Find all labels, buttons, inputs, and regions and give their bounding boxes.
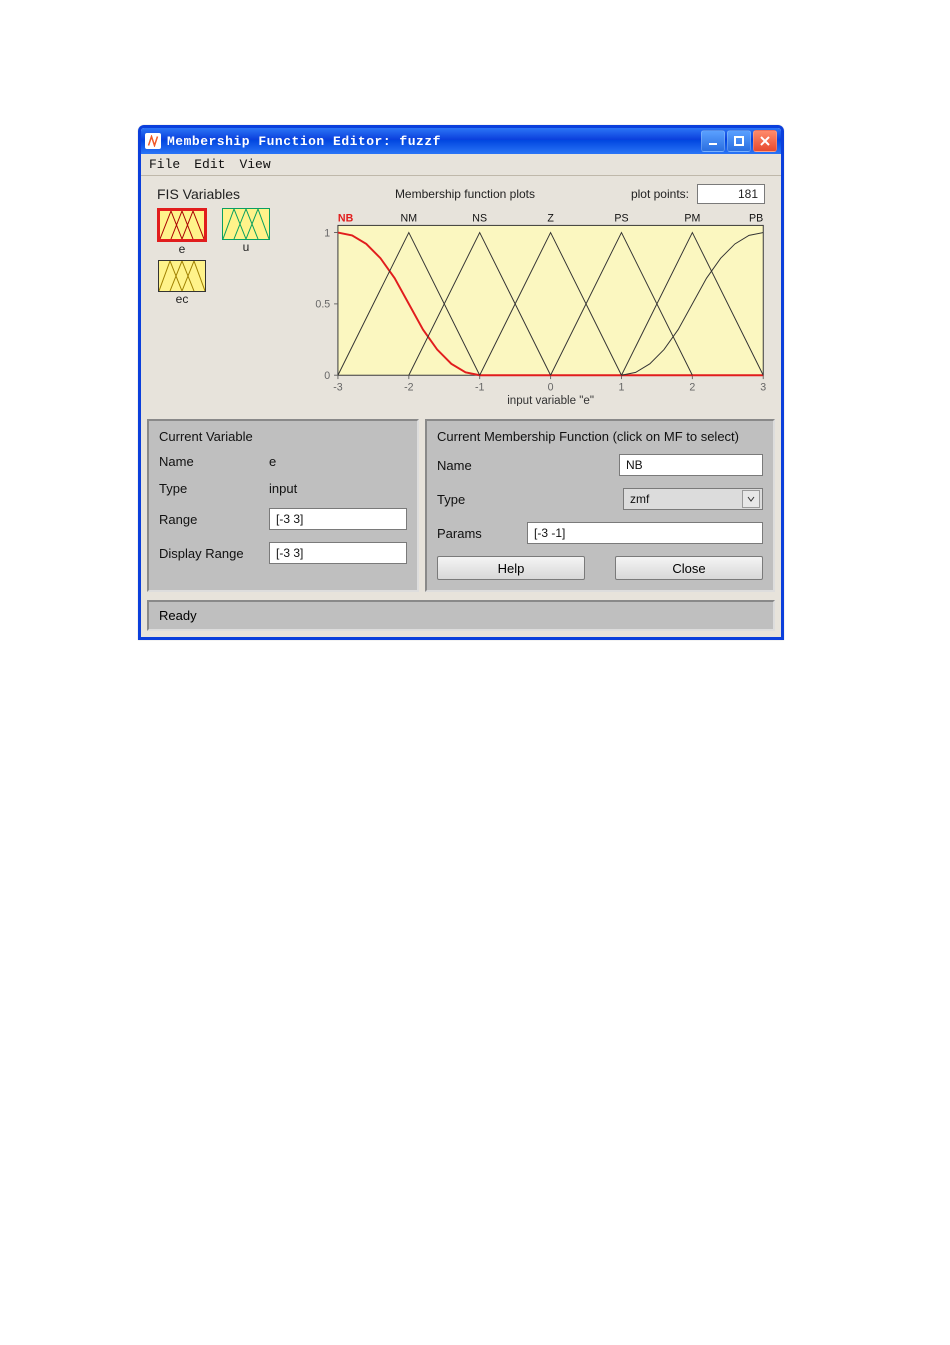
cv-name-label: Name bbox=[159, 454, 269, 469]
fis-variables-panel: FIS Variables e bbox=[147, 178, 303, 413]
status-text: Ready bbox=[159, 608, 197, 623]
svg-text:0.5: 0.5 bbox=[315, 299, 330, 311]
svg-text:NB: NB bbox=[338, 213, 354, 225]
plot-panel: Membership function plots plot points: 1… bbox=[307, 178, 775, 413]
status-bar: Ready bbox=[147, 600, 775, 631]
close-button-panel[interactable]: Close bbox=[615, 556, 763, 580]
svg-text:0: 0 bbox=[324, 370, 330, 382]
cv-range-input[interactable]: [-3 3] bbox=[269, 508, 407, 530]
mf-params-input[interactable]: [-3 -1] bbox=[527, 522, 763, 544]
svg-text:Z: Z bbox=[547, 213, 554, 225]
current-mf-title: Current Membership Function (click on MF… bbox=[437, 429, 763, 444]
mf-name-input[interactable]: NB bbox=[619, 454, 763, 476]
fis-variables-title: FIS Variables bbox=[157, 186, 297, 202]
minimize-button[interactable] bbox=[701, 130, 725, 152]
current-mf-panel: Current Membership Function (click on MF… bbox=[425, 419, 775, 592]
svg-text:PB: PB bbox=[749, 213, 763, 225]
mf-type-label: Type bbox=[437, 492, 527, 507]
svg-text:3: 3 bbox=[760, 382, 766, 394]
current-variable-panel: Current Variable Name e Type input Range… bbox=[147, 419, 419, 592]
mf-params-label: Params bbox=[437, 526, 527, 541]
chevron-down-icon bbox=[742, 490, 760, 508]
mf-name-label: Name bbox=[437, 458, 527, 473]
svg-text:PM: PM bbox=[684, 213, 700, 225]
cv-type-label: Type bbox=[159, 481, 269, 496]
current-variable-title: Current Variable bbox=[159, 429, 407, 444]
svg-text:-3: -3 bbox=[333, 382, 343, 394]
cv-drange-label: Display Range bbox=[159, 546, 269, 561]
cv-drange-input[interactable]: [-3 3] bbox=[269, 542, 407, 564]
svg-text:2: 2 bbox=[689, 382, 695, 394]
cv-name-value: e bbox=[269, 454, 276, 469]
svg-text:input variable "e": input variable "e" bbox=[507, 395, 594, 406]
svg-text:PS: PS bbox=[614, 213, 628, 225]
variable-thumb-e[interactable] bbox=[157, 208, 207, 242]
svg-text:NM: NM bbox=[401, 213, 418, 225]
svg-text:NS: NS bbox=[472, 213, 487, 225]
menu-file[interactable]: File bbox=[147, 156, 182, 173]
mf-plots-label: Membership function plots bbox=[307, 187, 623, 201]
variable-label-u: u bbox=[243, 240, 250, 254]
cv-type-value: input bbox=[269, 481, 297, 496]
maximize-button[interactable] bbox=[727, 130, 751, 152]
window: Membership Function Editor: fuzzf File E… bbox=[138, 125, 784, 640]
window-title: Membership Function Editor: fuzzf bbox=[167, 134, 695, 149]
titlebar[interactable]: Membership Function Editor: fuzzf bbox=[141, 128, 781, 154]
plot-points-label: plot points: bbox=[631, 187, 689, 201]
menu-edit[interactable]: Edit bbox=[192, 156, 227, 173]
mf-type-select[interactable]: zmf bbox=[623, 488, 763, 510]
variable-label-e: e bbox=[179, 242, 186, 256]
variable-label-ec: ec bbox=[176, 292, 189, 306]
svg-text:-2: -2 bbox=[404, 382, 414, 394]
cv-range-label: Range bbox=[159, 512, 269, 527]
help-button[interactable]: Help bbox=[437, 556, 585, 580]
svg-text:1: 1 bbox=[324, 227, 330, 239]
menu-view[interactable]: View bbox=[237, 156, 272, 173]
svg-text:-1: -1 bbox=[475, 382, 485, 394]
app-icon bbox=[145, 133, 161, 149]
mf-chart[interactable]: -3 -2 -1 0 1 2 3 0 0.5 1 NB NM NS Z PS PM PB input variab… bbox=[307, 208, 771, 413]
close-button[interactable] bbox=[753, 130, 777, 152]
variable-thumb-u[interactable] bbox=[222, 208, 270, 240]
svg-text:0: 0 bbox=[548, 382, 554, 394]
svg-text:1: 1 bbox=[619, 382, 625, 394]
variable-thumb-ec[interactable] bbox=[158, 260, 206, 292]
plot-points-input[interactable]: 181 bbox=[697, 184, 765, 204]
menubar: File Edit View bbox=[141, 154, 781, 176]
